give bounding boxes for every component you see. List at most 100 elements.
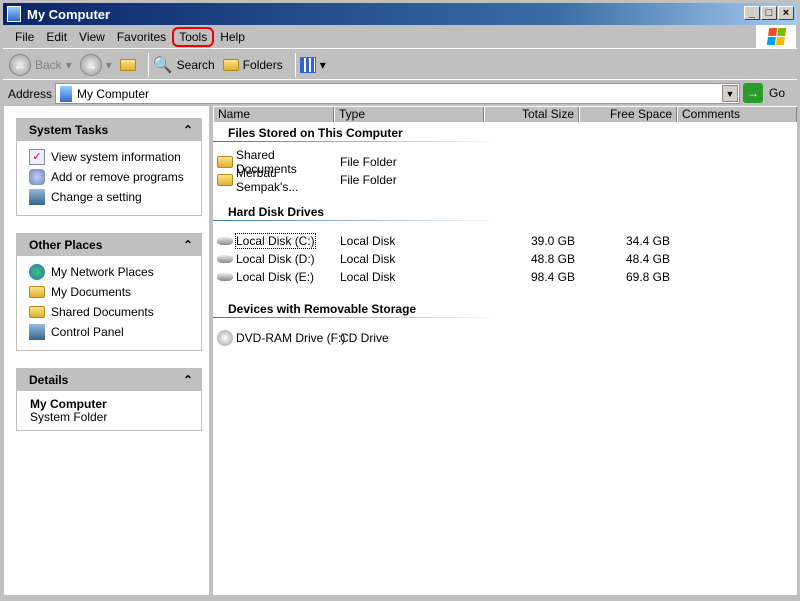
go-button[interactable]: → Go xyxy=(743,83,785,103)
folders-label: Folders xyxy=(242,57,283,72)
windows-logo xyxy=(756,25,796,48)
item-type: Local Disk xyxy=(340,252,396,266)
item-type: File Folder xyxy=(340,155,397,169)
back-button[interactable]: ← Back ▾ xyxy=(9,53,72,76)
column-free-space[interactable]: Free Space xyxy=(579,107,677,122)
panel-title: System Tasks xyxy=(29,122,109,137)
task-label: View system information xyxy=(51,150,181,164)
my-computer-icon xyxy=(7,6,21,22)
search-label: Search xyxy=(176,57,215,72)
item-total-size: 98.4 GB xyxy=(530,270,575,284)
list-item[interactable]: DVD-RAM Drive (F:) CD Drive xyxy=(217,329,797,347)
toolbar-separator xyxy=(294,52,296,77)
menu-tools[interactable]: Tools xyxy=(172,26,215,47)
group-removable-header: Devices with Removable Storage xyxy=(228,302,417,316)
column-name[interactable]: Name xyxy=(213,107,334,122)
up-folder-button[interactable] xyxy=(119,58,136,71)
control-panel-icon xyxy=(29,324,45,340)
my-documents-icon xyxy=(29,286,45,298)
column-comments[interactable]: Comments xyxy=(677,107,797,122)
place-label: My Network Places xyxy=(51,265,154,279)
place-shared-documents[interactable]: Shared Documents xyxy=(29,302,189,322)
item-name: Local Disk (C:) xyxy=(235,233,316,249)
list-item[interactable]: Local Disk (E:) Local Disk 98.4 GB 69.8 GB xyxy=(217,268,797,286)
group-files-header: Files Stored on This Computer xyxy=(228,126,403,140)
item-type: Local Disk xyxy=(340,270,396,284)
details-type: System Folder xyxy=(30,410,108,424)
forward-button[interactable]: → ▾ xyxy=(79,53,112,76)
other-places-panel: Other Places ⌃ My Network Places My Docum… xyxy=(16,233,202,351)
menu-view[interactable]: View xyxy=(73,28,111,46)
views-button[interactable]: ▾ xyxy=(299,56,326,73)
task-add-remove-programs[interactable]: Add or remove programs xyxy=(29,167,189,187)
system-info-icon: ✓ xyxy=(29,149,45,165)
close-button[interactable]: × xyxy=(778,6,794,20)
task-label: Add or remove programs xyxy=(51,170,184,184)
search-icon: 🔍 xyxy=(152,56,173,74)
collapse-icon[interactable]: ⌃ xyxy=(183,123,193,137)
place-control-panel[interactable]: Control Panel xyxy=(29,322,189,342)
folders-button[interactable]: Folders xyxy=(222,57,283,72)
address-dropdown-button[interactable]: ▼ xyxy=(722,85,738,102)
list-item[interactable]: Merbau Sempak's... File Folder xyxy=(217,166,797,194)
list-item[interactable]: Local Disk (C:) Local Disk 39.0 GB 34.4 GB xyxy=(217,232,797,250)
system-tasks-header[interactable]: System Tasks ⌃ xyxy=(17,118,201,141)
task-view-system-info[interactable]: ✓ View system information xyxy=(29,147,189,167)
column-type[interactable]: Type xyxy=(334,107,484,122)
menu-bar: File Edit View Favorites Tools Help xyxy=(3,25,797,49)
go-label: Go xyxy=(769,86,786,100)
cd-drive-icon xyxy=(217,330,233,346)
menu-favorites[interactable]: Favorites xyxy=(111,28,172,46)
menu-help[interactable]: Help xyxy=(214,28,251,46)
item-type: CD Drive xyxy=(340,331,389,345)
place-label: Control Panel xyxy=(51,325,124,339)
my-computer-icon xyxy=(60,85,72,102)
column-headers: Name Type Total Size Free Space Comments xyxy=(213,107,797,122)
menu-edit[interactable]: Edit xyxy=(40,28,73,46)
column-total-size[interactable]: Total Size xyxy=(484,107,579,122)
group-divider xyxy=(213,220,503,221)
item-name: Local Disk (D:) xyxy=(236,252,315,266)
search-button[interactable]: 🔍 Search xyxy=(153,55,215,75)
task-label: Change a setting xyxy=(51,190,142,204)
item-total-size: 48.8 GB xyxy=(530,252,575,266)
hard-disk-icon xyxy=(217,237,233,245)
control-panel-icon xyxy=(29,189,45,205)
item-name: Local Disk (E:) xyxy=(236,270,315,284)
folders-icon xyxy=(222,58,239,71)
panel-title: Details xyxy=(29,372,69,387)
toolbar: ← Back ▾ → ▾ 🔍 Search Folders ▾ xyxy=(3,50,797,80)
hard-disk-icon xyxy=(217,255,233,263)
forward-arrow-icon: → xyxy=(79,53,102,76)
group-divider xyxy=(213,141,503,142)
menu-file[interactable]: File xyxy=(9,28,40,46)
address-bar: Address My Computer ▼ → Go xyxy=(3,82,797,105)
maximize-button[interactable]: □ xyxy=(761,6,777,20)
item-free-space: 34.4 GB xyxy=(625,234,670,248)
place-my-documents[interactable]: My Documents xyxy=(29,282,189,302)
details-header[interactable]: Details ⌃ xyxy=(17,368,201,391)
item-type: Local Disk xyxy=(340,234,396,248)
minimize-button[interactable]: _ xyxy=(744,6,760,20)
collapse-icon[interactable]: ⌃ xyxy=(183,373,193,387)
collapse-icon[interactable]: ⌃ xyxy=(183,238,193,252)
address-label: Address xyxy=(8,86,53,101)
panel-title: Other Places xyxy=(29,237,103,252)
item-name: DVD-RAM Drive (F:) xyxy=(236,331,346,345)
group-divider xyxy=(213,317,503,318)
task-change-setting[interactable]: Change a setting xyxy=(29,187,189,207)
hard-disk-icon xyxy=(217,273,233,281)
item-free-space: 69.8 GB xyxy=(625,270,670,284)
system-tasks-panel: System Tasks ⌃ ✓ View system information A… xyxy=(16,118,202,216)
toolbar-separator xyxy=(147,52,149,77)
back-arrow-icon: ← xyxy=(9,53,31,76)
place-my-network[interactable]: My Network Places xyxy=(29,262,189,282)
item-name: Merbau Sempak's... xyxy=(236,166,299,194)
up-folder-icon xyxy=(119,58,136,71)
other-places-header[interactable]: Other Places ⌃ xyxy=(17,233,201,256)
item-type: File Folder xyxy=(340,173,397,187)
network-places-icon xyxy=(29,264,45,280)
list-item[interactable]: Local Disk (D:) Local Disk 48.8 GB 48.4 GB xyxy=(217,250,797,268)
address-value: My Computer xyxy=(77,86,150,101)
address-input[interactable]: My Computer ▼ xyxy=(55,83,740,104)
